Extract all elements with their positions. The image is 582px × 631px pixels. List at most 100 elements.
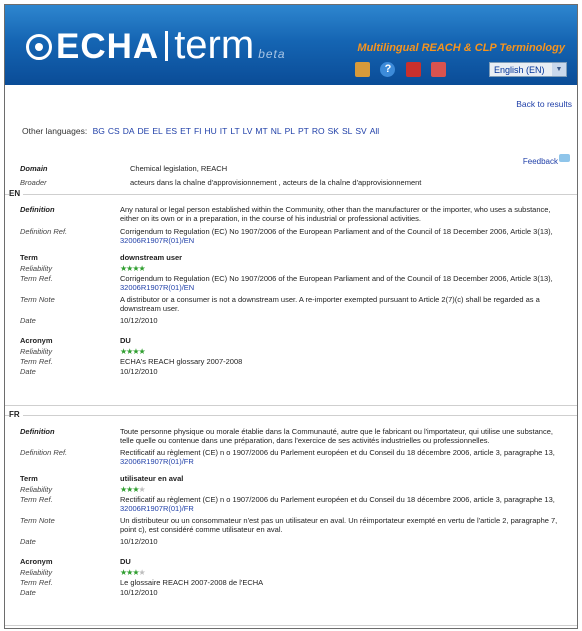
language-link-et[interactable]: ET — [180, 126, 191, 136]
broader-link[interactable]: acteurs dans la chaîne d'approvisionneme… — [130, 178, 577, 187]
home-icon[interactable] — [355, 62, 370, 78]
language-link-all[interactable]: All — [370, 126, 379, 136]
fr-definition-label: Definition — [20, 427, 55, 436]
chevron-down-icon[interactable]: ▼ — [552, 63, 566, 76]
en-term-note: A distributor or a consumer is not a dow… — [120, 295, 540, 313]
fr-term-note-label: Term Note — [20, 516, 55, 525]
domain-label: Domain — [20, 164, 48, 173]
header-toolbar: ? — [355, 61, 452, 78]
language-link-mt[interactable]: MT — [255, 126, 267, 136]
section-divider-fr — [5, 415, 577, 416]
star-icon: ★ — [138, 347, 146, 356]
language-link-bg[interactable]: BG — [93, 126, 105, 136]
fr-definition-ref: Rectificatif au règlement (CE) n o 1907/… — [120, 448, 568, 466]
browser-frame: ECHA term beta Multilingual REACH & CLP Te… — [4, 4, 578, 629]
en-term: downstream user — [120, 253, 183, 262]
feedback-icon — [559, 154, 570, 162]
language-link-lt[interactable]: LT — [230, 126, 239, 136]
en-acronym-ref: ECHA's REACH glossary 2007-2008 — [120, 357, 243, 366]
section-heading-fr: FR — [9, 410, 23, 419]
fr-term: utilisateur en aval — [120, 474, 184, 483]
language-link-fi[interactable]: FI — [194, 126, 202, 136]
language-select[interactable]: English (EN) ▼ — [489, 62, 567, 77]
fr-acronym-date: 10/12/2010 — [120, 588, 158, 597]
en-acronym-ref-label: Term Ref. — [20, 357, 53, 366]
en-acronym-date-label: Date — [20, 367, 36, 376]
exit-icon[interactable] — [431, 62, 447, 78]
logo-term-text: term — [174, 23, 255, 67]
help-icon[interactable]: ? — [380, 62, 396, 78]
fr-term-date-label: Date — [20, 537, 36, 546]
fr-term-date: 10/12/2010 — [120, 537, 158, 546]
fr-term-label: Term — [20, 474, 38, 483]
logo-beta-text: beta — [258, 47, 286, 61]
language-link-pl[interactable]: PL — [285, 126, 295, 136]
en-term-date: 10/12/2010 — [120, 316, 158, 325]
language-link-de[interactable]: DE — [138, 126, 150, 136]
en-definition: Any natural or legal person established … — [120, 205, 551, 223]
broader-label: Broader — [20, 178, 47, 187]
en-definition-ref-label: Definition Ref. — [20, 227, 68, 236]
fr-term-ref-label: Term Ref. — [20, 495, 53, 504]
en-definition-ref-text: Corrigendum to Regulation (EC) No 1907/2… — [120, 227, 553, 236]
fr-acronym-label: Acronym — [20, 557, 53, 566]
fr-term-reliability-stars: ★★★★ — [120, 485, 568, 494]
fr-acronym-ref: Le glossaire REACH 2007-2008 de l'ECHA — [120, 578, 264, 587]
language-select-value: English (EN) — [494, 65, 545, 75]
other-languages-label: Other languages: — [22, 126, 88, 136]
section-divider-en-end — [5, 405, 577, 406]
echa-logo-icon — [26, 34, 52, 60]
fr-acronym-reliability-label: Reliability — [20, 568, 53, 577]
en-acronym-label: Acronym — [20, 336, 53, 345]
fr-term-ref: Rectificatif au règlement (CE) n o 1907/… — [120, 495, 568, 513]
fr-definition: Toute personne physique ou morale établi… — [120, 427, 553, 445]
language-link-da[interactable]: DA — [123, 126, 135, 136]
en-term-date-label: Date — [20, 316, 36, 325]
app-header: ECHA term beta Multilingual REACH & CLP Te… — [5, 5, 577, 85]
logo-echa-text: ECHA — [56, 27, 160, 66]
language-link-it[interactable]: IT — [220, 126, 228, 136]
language-link-ro[interactable]: RO — [312, 126, 325, 136]
en-term-ref-link[interactable]: 32006R1907R(01)/EN — [120, 283, 194, 292]
tagline: Multilingual REACH & CLP Terminology — [357, 42, 565, 54]
fr-definition-ref-label: Definition Ref. — [20, 448, 68, 457]
back-to-results-link[interactable]: Back to results — [516, 99, 572, 109]
language-link-el[interactable]: EL — [152, 126, 162, 136]
other-languages-links: BG CS DA DE EL ES ET FI HU IT LT LV MT NL PL PT RO SK SL SV… — [90, 126, 380, 136]
book-icon[interactable] — [405, 62, 421, 78]
language-link-sl[interactable]: SL — [342, 126, 352, 136]
star-icon: ★ — [138, 485, 146, 494]
star-icon: ★ — [138, 264, 146, 273]
fr-acronym-ref-label: Term Ref. — [20, 578, 53, 587]
other-languages-bar: Other languages: BG CS DA DE EL ES ET FI HU IT LT L… — [22, 126, 379, 136]
fr-definition-ref-text: Rectificatif au règlement (CE) n o 1907/… — [120, 448, 555, 457]
language-link-sv[interactable]: SV — [355, 126, 366, 136]
en-acronym-reliability-label: Reliability — [20, 347, 53, 356]
domain-value: Chemical legislation, REACH — [130, 164, 228, 173]
en-term-label: Term — [20, 253, 38, 262]
en-definition-ref-link[interactable]: 32006R1907R(01)/EN — [120, 236, 194, 245]
language-link-lv[interactable]: LV — [243, 126, 253, 136]
fr-term-ref-text: Rectificatif au règlement (CE) n o 1907/… — [120, 495, 555, 504]
language-link-es[interactable]: ES — [166, 126, 177, 136]
en-acronym-date: 10/12/2010 — [120, 367, 158, 376]
section-divider-en — [5, 194, 577, 195]
fr-term-ref-link[interactable]: 32006R1907R(01)/FR — [120, 504, 194, 513]
language-link-pt[interactable]: PT — [298, 126, 309, 136]
en-acronym: DU — [120, 336, 131, 345]
en-term-reliability-stars: ★★★★ — [120, 264, 568, 273]
language-link-cs[interactable]: CS — [108, 126, 120, 136]
language-link-hu[interactable]: HU — [205, 126, 217, 136]
logo-divider — [165, 31, 169, 61]
section-divider-fr-end — [5, 625, 577, 626]
fr-acronym-reliability-stars: ★★★★ — [120, 568, 568, 577]
fr-acronym: DU — [120, 557, 131, 566]
echaterm-logo: ECHA term beta — [26, 25, 286, 72]
en-definition-label: Definition — [20, 205, 55, 214]
fr-definition-ref-link[interactable]: 32006R1907R(01)/FR — [120, 457, 194, 466]
fr-acronym-date-label: Date — [20, 588, 36, 597]
en-term-ref-text: Corrigendum to Regulation (EC) No 1907/2… — [120, 274, 553, 283]
language-link-nl[interactable]: NL — [271, 126, 282, 136]
language-link-sk[interactable]: SK — [328, 126, 339, 136]
en-term-ref-label: Term Ref. — [20, 274, 53, 283]
